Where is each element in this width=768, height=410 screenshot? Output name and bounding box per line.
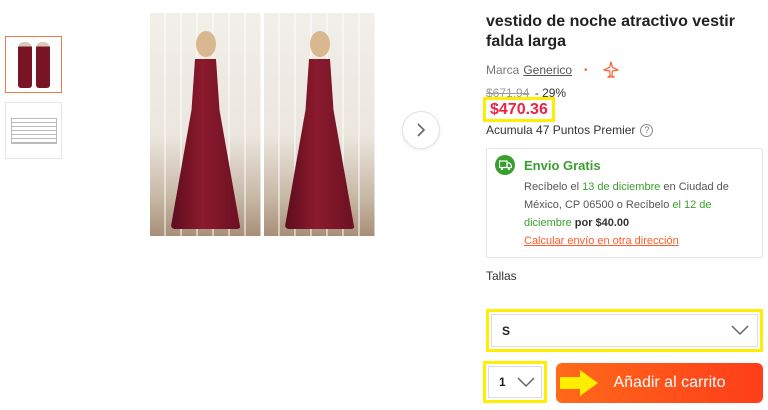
question-icon[interactable]: ? [640, 123, 654, 137]
size-selected-value: S [502, 323, 511, 338]
quantity-select-highlight: 1 [483, 361, 547, 403]
dress-back-photo [150, 13, 261, 236]
dress-thumbnail-icon [17, 41, 32, 88]
add-to-cart-button[interactable]: Añadir al carrito [556, 363, 763, 403]
dress-thumbnail-icon [35, 41, 50, 88]
points-row: Acumula 47 Puntos Premier ? [486, 123, 654, 137]
brand-label: Marca [486, 63, 520, 77]
chevron-down-icon [517, 376, 535, 387]
dress-front-photo [264, 13, 375, 236]
thumbnail-dress[interactable] [5, 36, 62, 93]
thumbnail-list [5, 36, 62, 168]
shipping-box: Envio Gratis Recíbelo el 13 de diciembre… [486, 148, 763, 258]
shipping-price: por $40.00 [574, 217, 630, 229]
size-select-highlight: S [486, 309, 763, 352]
add-to-cart-label: Añadir al carrito [613, 374, 726, 391]
product-main-image [150, 13, 375, 236]
shipping-details: Recíbelo el 13 de diciembre en Ciudad de… [524, 181, 729, 229]
chevron-right-icon [417, 123, 426, 137]
next-image-button[interactable] [402, 111, 440, 149]
price-highlight: $470.36 [483, 97, 555, 122]
size-chart-thumbnail-icon [10, 117, 57, 144]
points-text: Acumula 47 Puntos Premier [486, 123, 636, 137]
product-title: vestido de noche atractivo vestir falda … [486, 13, 735, 50]
delivery-date-1: 13 de diciembre [582, 181, 661, 193]
chevron-down-icon [731, 325, 749, 336]
quantity-select[interactable]: 1 [488, 366, 542, 398]
truck-icon [495, 155, 515, 175]
shipping-title: Envio Gratis [524, 158, 601, 173]
plane-icon [602, 61, 619, 78]
current-price: $470.36 [490, 100, 548, 118]
brand-link[interactable]: Generico [523, 63, 572, 77]
brand-row: Marca Generico • [486, 61, 620, 79]
pointer-arrow-icon [560, 370, 598, 396]
calculate-shipping-link[interactable]: Calcular envío en otra dirección [524, 235, 679, 247]
thumbnail-size-chart[interactable] [5, 102, 62, 159]
quantity-selected-value: 1 [499, 375, 506, 389]
size-select[interactable]: S [491, 314, 758, 347]
separator-dot: • [584, 64, 588, 76]
sizes-label: Tallas [486, 269, 517, 283]
